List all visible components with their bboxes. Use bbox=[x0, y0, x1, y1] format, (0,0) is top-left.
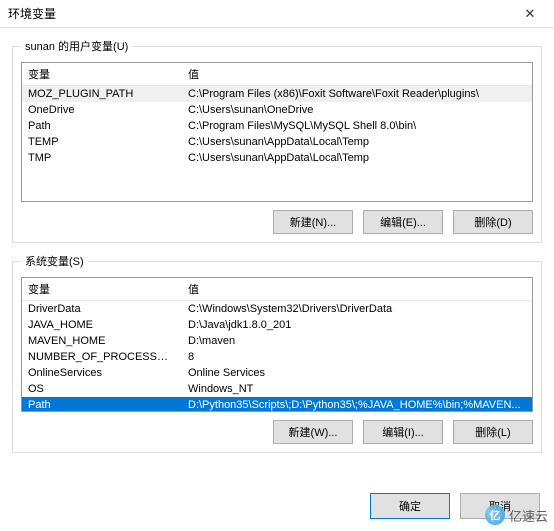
var-name: OneDrive bbox=[22, 102, 182, 118]
var-name: MAVEN_HOME bbox=[22, 333, 182, 349]
var-name: NUMBER_OF_PROCESSORS bbox=[22, 349, 182, 365]
titlebar: 环境变量 ✕ bbox=[0, 0, 554, 28]
var-value: C:\Program Files\MySQL\MySQL Shell 8.0\b… bbox=[182, 118, 532, 134]
ok-button[interactable]: 确定 bbox=[370, 493, 450, 519]
close-icon[interactable]: ✕ bbox=[514, 6, 546, 22]
window-title: 环境变量 bbox=[8, 5, 514, 22]
sys-buttons: 新建(W)... 编辑(I)... 删除(L) bbox=[21, 420, 533, 444]
table-row[interactable]: PathC:\Program Files\MySQL\MySQL Shell 8… bbox=[22, 118, 532, 134]
var-value: C:\Users\sunan\AppData\Local\Temp bbox=[182, 150, 532, 166]
var-value: C:\Users\sunan\OneDrive bbox=[182, 102, 532, 118]
var-name: DriverData bbox=[22, 301, 182, 318]
table-row[interactable]: JAVA_HOMED:\Java\jdk1.8.0_201 bbox=[22, 317, 532, 333]
col-value[interactable]: 值 bbox=[182, 278, 532, 301]
cancel-button[interactable]: 取消 bbox=[460, 493, 540, 519]
var-name: OS bbox=[22, 381, 182, 397]
new-sys-var-button[interactable]: 新建(W)... bbox=[273, 420, 353, 444]
dialog-content: sunan 的用户变量(U) 变量 值 MOZ_PLUGIN_PATHC:\Pr… bbox=[0, 28, 554, 453]
sys-vars-group: 系统变量(S) 变量 值 DriverDataC:\Windows\System… bbox=[12, 253, 542, 453]
table-row[interactable]: MOZ_PLUGIN_PATHC:\Program Files (x86)\Fo… bbox=[22, 86, 532, 103]
user-vars-list[interactable]: 变量 值 MOZ_PLUGIN_PATHC:\Program Files (x8… bbox=[21, 62, 533, 202]
var-name: OnlineServices bbox=[22, 365, 182, 381]
var-value: C:\Windows\System32\Drivers\DriverData bbox=[182, 301, 532, 318]
table-row[interactable]: PathD:\Python35\Scripts\;D:\Python35\;%J… bbox=[22, 397, 532, 412]
var-value: 8 bbox=[182, 349, 532, 365]
col-value[interactable]: 值 bbox=[182, 63, 532, 86]
table-row[interactable]: OneDriveC:\Users\sunan\OneDrive bbox=[22, 102, 532, 118]
table-row[interactable]: OSWindows_NT bbox=[22, 381, 532, 397]
new-user-var-button[interactable]: 新建(N)... bbox=[273, 210, 353, 234]
sys-vars-legend: 系统变量(S) bbox=[21, 253, 88, 269]
col-variable[interactable]: 变量 bbox=[22, 63, 182, 86]
var-value: Windows_NT bbox=[182, 381, 532, 397]
var-value: D:\Java\jdk1.8.0_201 bbox=[182, 317, 532, 333]
var-name: TEMP bbox=[22, 134, 182, 150]
delete-sys-var-button[interactable]: 删除(L) bbox=[453, 420, 533, 444]
var-name: Path bbox=[22, 397, 182, 412]
var-name: MOZ_PLUGIN_PATH bbox=[22, 86, 182, 103]
var-value: D:\maven bbox=[182, 333, 532, 349]
table-row[interactable]: MAVEN_HOMED:\maven bbox=[22, 333, 532, 349]
delete-user-var-button[interactable]: 删除(D) bbox=[453, 210, 533, 234]
var-value: C:\Program Files (x86)\Foxit Software\Fo… bbox=[182, 86, 532, 103]
table-row[interactable]: OnlineServicesOnline Services bbox=[22, 365, 532, 381]
edit-sys-var-button[interactable]: 编辑(I)... bbox=[363, 420, 443, 444]
table-row[interactable]: TMPC:\Users\sunan\AppData\Local\Temp bbox=[22, 150, 532, 166]
col-variable[interactable]: 变量 bbox=[22, 278, 182, 301]
var-name: TMP bbox=[22, 150, 182, 166]
var-name: JAVA_HOME bbox=[22, 317, 182, 333]
user-vars-legend: sunan 的用户变量(U) bbox=[21, 38, 132, 54]
var-value: C:\Users\sunan\AppData\Local\Temp bbox=[182, 134, 532, 150]
edit-user-var-button[interactable]: 编辑(E)... bbox=[363, 210, 443, 234]
var-name: Path bbox=[22, 118, 182, 134]
sys-vars-list[interactable]: 变量 值 DriverDataC:\Windows\System32\Drive… bbox=[21, 277, 533, 412]
var-value: Online Services bbox=[182, 365, 532, 381]
var-value: D:\Python35\Scripts\;D:\Python35\;%JAVA_… bbox=[182, 397, 532, 412]
table-row[interactable]: NUMBER_OF_PROCESSORS8 bbox=[22, 349, 532, 365]
user-vars-group: sunan 的用户变量(U) 变量 值 MOZ_PLUGIN_PATHC:\Pr… bbox=[12, 38, 542, 243]
table-row[interactable]: DriverDataC:\Windows\System32\Drivers\Dr… bbox=[22, 301, 532, 318]
table-row[interactable]: TEMPC:\Users\sunan\AppData\Local\Temp bbox=[22, 134, 532, 150]
dialog-buttons: 确定 取消 bbox=[370, 493, 540, 519]
user-buttons: 新建(N)... 编辑(E)... 删除(D) bbox=[21, 210, 533, 234]
